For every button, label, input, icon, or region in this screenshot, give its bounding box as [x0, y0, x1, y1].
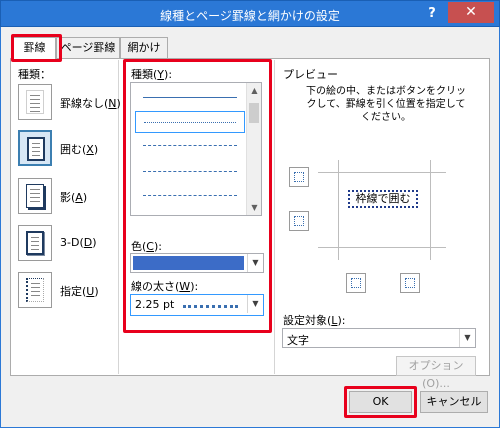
line-style-dashed-large[interactable] — [135, 161, 245, 183]
apply-to-label: 設定対象(L): — [283, 314, 346, 327]
color-label: 色(C): — [131, 240, 162, 253]
apply-to-select[interactable]: 文字 ▼ — [282, 328, 476, 348]
preview-sample[interactable]: 枠線で囲む — [348, 190, 418, 208]
chevron-down-icon: ▼ — [247, 254, 263, 272]
options-button[interactable]: オプション(O)... — [396, 356, 476, 390]
preview-guide — [338, 160, 339, 260]
border-type-3d-label: 3-D(D) — [60, 236, 97, 249]
help-button[interactable]: ? — [421, 5, 443, 23]
bottom-border-button[interactable] — [289, 211, 309, 231]
border-type-shadow[interactable]: 影(A) — [18, 178, 128, 214]
line-style-dashed-small[interactable] — [135, 135, 245, 157]
width-select[interactable]: 2.25 pt ▼ — [130, 294, 264, 316]
shadow-icon — [18, 178, 52, 214]
border-type-box[interactable]: 囲む(X) — [18, 130, 128, 166]
scroll-thumb[interactable] — [249, 103, 259, 123]
close-button[interactable]: ✕ — [448, 2, 494, 23]
line-style-list[interactable]: ▲ ▼ — [130, 82, 262, 216]
chevron-down-icon: ▼ — [247, 295, 263, 313]
divider-right — [274, 60, 275, 374]
border-type-custom[interactable]: 指定(U) — [18, 272, 128, 308]
border-type-custom-label: 指定(U) — [60, 285, 99, 298]
three-d-icon — [18, 225, 52, 261]
tab-page-border[interactable]: ページ罫線 — [56, 37, 120, 59]
none-icon — [18, 84, 52, 120]
border-type-none-label: 罫線なし(N) — [60, 97, 121, 110]
width-value: 2.25 pt — [135, 298, 175, 311]
border-type-header: 種類： — [18, 68, 51, 81]
cancel-button[interactable]: キャンセル — [420, 391, 488, 413]
apply-to-value: 文字 — [287, 334, 309, 347]
right-border-button[interactable] — [400, 273, 420, 293]
scroll-up-icon[interactable]: ▲ — [247, 83, 261, 98]
color-select[interactable]: ▼ — [130, 253, 264, 273]
border-type-box-label: 囲む(X) — [60, 143, 99, 156]
style-list-scrollbar[interactable]: ▲ ▼ — [246, 83, 261, 215]
box-icon — [18, 130, 52, 166]
border-type-3d[interactable]: 3-D(D) — [18, 225, 128, 261]
scroll-down-icon[interactable]: ▼ — [247, 200, 261, 215]
width-label: 線の太さ(W): — [131, 280, 199, 293]
width-sample-line — [183, 305, 238, 308]
left-border-button[interactable] — [346, 273, 366, 293]
custom-icon — [18, 272, 52, 308]
title-bar: 線種とページ罫線と網かけの設定 ? ✕ — [0, 0, 500, 27]
border-type-shadow-label: 影(A) — [60, 191, 88, 204]
chevron-down-icon: ▼ — [459, 329, 475, 347]
line-style-dash-dot[interactable] — [135, 185, 245, 207]
ok-button[interactable]: OK — [349, 391, 412, 413]
preview-header: プレビュー — [283, 68, 338, 81]
preview-instructions: 下の絵の中、またはボタンをクリックして、罫線を引く位置を指定してください。 — [306, 86, 466, 123]
style-header: 種類(Y): — [131, 68, 173, 81]
line-style-solid[interactable] — [135, 87, 245, 109]
preview-guide — [430, 160, 431, 260]
tab-shading[interactable]: 網かけ — [120, 37, 168, 59]
border-type-none[interactable]: 罫線なし(N) — [18, 84, 128, 120]
tab-borders[interactable]: 罫線 — [13, 37, 56, 60]
color-swatch — [133, 256, 244, 270]
line-style-dotted[interactable] — [135, 111, 245, 133]
top-border-button[interactable] — [289, 167, 309, 187]
